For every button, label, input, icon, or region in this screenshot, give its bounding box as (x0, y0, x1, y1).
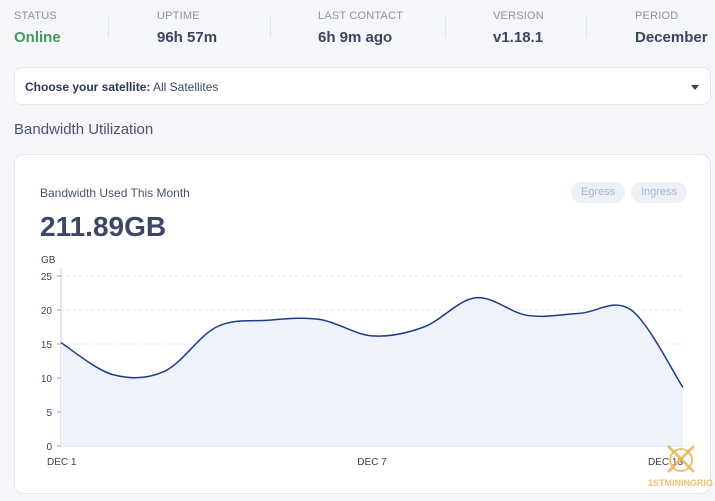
status-bar: STATUS Online UPTIME 96h 57m LAST CONTAC… (0, 0, 715, 58)
stat-status: STATUS Online (14, 10, 61, 46)
stat-uptime: UPTIME 96h 57m (157, 10, 217, 46)
y-tick-label: 20 (41, 306, 53, 317)
bandwidth-chart: GB0510152025DEC 1 DEC 7 DEC 13 (41, 255, 684, 468)
watermark-logo: 1STMININGRIG (648, 440, 714, 498)
x-tick-label: DEC 7 (357, 457, 387, 468)
stat-label: LAST CONTACT (318, 10, 404, 22)
divider (108, 16, 109, 38)
y-tick-label: 10 (41, 374, 53, 385)
satellite-select[interactable]: Choose your satellite: All Satellites (14, 67, 711, 105)
y-tick-label: 0 (46, 442, 52, 453)
satellite-select-value: All Satellites (153, 80, 219, 94)
divider (270, 16, 271, 38)
divider (586, 16, 587, 38)
y-tick-label: 5 (46, 408, 52, 419)
bandwidth-area (61, 297, 683, 446)
uptime-value: 96h 57m (157, 29, 218, 46)
y-tick-label: 15 (41, 340, 53, 351)
satellite-select-label: Choose your satellite: (25, 80, 151, 94)
stat-period: PERIOD December (635, 10, 708, 46)
x-tick-label: DEC 1 (47, 457, 77, 468)
section-title: Bandwidth Utilization (14, 121, 154, 138)
pickaxe-logo-icon (666, 444, 696, 474)
watermark-text: 1STMININGRIG (648, 478, 714, 488)
y-tick-label: 25 (41, 272, 53, 283)
divider (445, 16, 446, 38)
status-value: Online (14, 29, 61, 46)
y-axis-label: GB (41, 255, 56, 266)
stat-label: VERSION (493, 10, 544, 22)
stat-label: PERIOD (635, 10, 679, 22)
version-value: v1.18.1 (493, 29, 544, 46)
last-contact-value: 6h 9m ago (318, 29, 393, 46)
stat-version: VERSION v1.18.1 (493, 10, 544, 46)
period-value: December (635, 29, 708, 46)
stat-label: STATUS (14, 10, 57, 22)
caret-down-icon[interactable] (691, 85, 699, 90)
stat-last-contact: LAST CONTACT 6h 9m ago (318, 10, 403, 46)
stat-label: UPTIME (157, 10, 200, 22)
bandwidth-card: Bandwidth Used This Month 211.89GB Egres… (14, 154, 711, 494)
